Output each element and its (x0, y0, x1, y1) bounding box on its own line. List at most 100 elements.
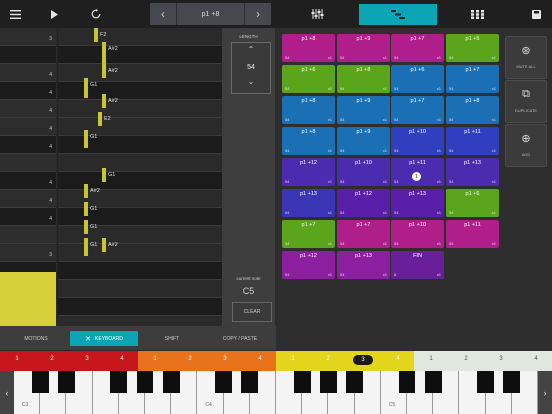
piano-black-key[interactable] (293, 371, 311, 393)
clip-cell[interactable]: p1 +12 54 x1 (282, 251, 335, 279)
octave-step-number[interactable]: 3 (82, 356, 92, 362)
octave-segment[interactable]: 1 2 3 4 (138, 351, 276, 371)
clip-cell[interactable]: p1 +5 54 x1 (446, 34, 499, 62)
piano-black-key[interactable] (320, 371, 337, 393)
grid-row[interactable] (58, 208, 222, 226)
clip-cell[interactable]: p1 +10 54 x1 (391, 127, 444, 155)
chevron-right-icon[interactable]: › (538, 371, 552, 414)
piano-roll-key[interactable]: 4 (0, 64, 56, 82)
note-block[interactable] (84, 78, 88, 98)
note-block[interactable] (84, 130, 88, 148)
octave-step-number[interactable]: 3 (220, 356, 230, 362)
clip-cell[interactable]: p1 +7 54 x1 (446, 65, 499, 93)
note-block[interactable] (102, 64, 106, 78)
piano-black-key[interactable] (398, 371, 416, 393)
note-block[interactable] (84, 220, 88, 234)
clip-cell[interactable]: p1 +10 54 x1 (337, 158, 390, 186)
octave-step-number[interactable]: 1 (426, 356, 436, 362)
octave-step-number[interactable]: 1 (150, 356, 160, 362)
note-block[interactable] (84, 202, 88, 216)
octave-step-number[interactable]: 2 (461, 356, 471, 362)
grid-row[interactable] (58, 118, 222, 136)
piano-black-key[interactable] (136, 371, 154, 393)
clip-cell[interactable]: p1 +12 54 x1 (337, 189, 390, 217)
piano-roll-key[interactable]: 3 (0, 244, 56, 262)
grid-row[interactable] (58, 172, 222, 190)
note-block[interactable] (98, 112, 102, 126)
duplicate-button[interactable]: ⧉ DUPLICATE (505, 80, 547, 123)
clip-cell[interactable]: p1 +8 54 x1 (446, 96, 499, 124)
next-pattern-button[interactable]: › (245, 3, 271, 25)
chevron-down-icon[interactable]: ⌄ (232, 77, 270, 86)
clip-cell[interactable]: p1 +6 54 x1 (391, 65, 444, 93)
grid-row[interactable] (58, 226, 222, 244)
grid-row[interactable] (58, 154, 222, 172)
pattern-name[interactable]: p1 +8 (177, 11, 244, 18)
clip-cell[interactable]: p1 +13 54 x1 (282, 189, 335, 217)
grid-row[interactable] (58, 262, 222, 280)
piano-roll-key[interactable]: 4 (0, 82, 56, 100)
clip-cell[interactable]: p1 +8 54 x1 (337, 65, 390, 93)
piano-keyboard[interactable]: ‹ › C3 C4 C5 (0, 371, 552, 414)
piano-roll-key[interactable]: 4 (0, 190, 56, 208)
clip-cell[interactable]: p1 +11 54 x1 (446, 220, 499, 248)
clip-cell[interactable]: p1 +11 54 x1 (446, 127, 499, 155)
grid-row[interactable] (58, 280, 222, 298)
clip-cell[interactable]: p1 +6 54 x1 (446, 189, 499, 217)
piano-roll-key[interactable] (0, 226, 56, 244)
loop-icon[interactable] (84, 0, 108, 28)
clip-cell[interactable]: p1 +6 54 x1 (282, 65, 335, 93)
grid-row[interactable] (58, 46, 222, 64)
chevron-up-icon[interactable]: ⌃ (232, 45, 270, 54)
note-block[interactable] (102, 238, 106, 252)
piano-roll-key[interactable] (0, 46, 56, 64)
piano-roll[interactable]: 3444444443 F2 A#2 A#2 G1 A#2 E2 G1 G1 A#2 G1 G1 G1 A… (0, 28, 231, 334)
tab-copy-paste[interactable]: COPY / PASTE (206, 331, 274, 346)
grid-row[interactable] (58, 64, 222, 82)
octave-step-number[interactable]: 2 (185, 356, 195, 362)
clip-cell[interactable]: p1 +9 54 x1 (337, 34, 390, 62)
clip-cell[interactable]: p1 +7 54 x1 (391, 96, 444, 124)
piano-black-key[interactable] (110, 371, 128, 393)
grid-row[interactable] (58, 28, 222, 46)
octave-step-number[interactable]: 3 (496, 356, 506, 362)
clip-cell[interactable]: p1 +13 54 x1 (446, 158, 499, 186)
octave-step-number[interactable]: 1 (12, 356, 22, 362)
length-stepper[interactable]: ⌃ 54 ⌄ (231, 42, 271, 94)
piano-black-key[interactable] (424, 371, 442, 393)
octave-step-number[interactable]: 4 (393, 356, 403, 362)
octave-segment[interactable]: 1 2 3 4 (276, 351, 414, 371)
octave-step-number[interactable]: 2 (47, 356, 57, 362)
mute-all-button[interactable]: ⊛ MUTE ALL (505, 36, 547, 79)
note-block[interactable] (102, 168, 106, 182)
octave-segment[interactable]: 1 2 3 4 (414, 351, 552, 371)
play-icon[interactable] (42, 0, 66, 28)
piano-black-key[interactable] (241, 371, 259, 393)
piano-black-key[interactable] (162, 371, 180, 393)
piano-roll-key[interactable]: 4 (0, 136, 56, 154)
note-block[interactable] (84, 184, 88, 198)
chevron-left-icon[interactable]: ‹ (0, 371, 14, 414)
octave-step-number[interactable]: 4 (117, 356, 127, 362)
piano-roll-key[interactable]: 4 (0, 100, 56, 118)
clear-button[interactable]: CLEAR (232, 302, 272, 322)
hamburger-icon[interactable] (2, 0, 28, 28)
clip-cell[interactable]: p1 +11 54 x1 1 (391, 158, 444, 186)
clip-cell[interactable]: p1 +13 54 x1 (337, 251, 390, 279)
piano-roll-key[interactable]: 4 (0, 208, 56, 226)
tab-keyboard[interactable]: ✕ KEYBOARD (70, 331, 138, 346)
piano-roll-grid[interactable]: F2 A#2 A#2 G1 A#2 E2 G1 G1 A#2 G1 G1 G1 A#2 (58, 28, 222, 334)
clip-cell[interactable]: p1 +9 54 x1 (337, 96, 390, 124)
clip-cell[interactable]: p1 +9 54 x1 (337, 127, 390, 155)
note-block[interactable] (94, 28, 98, 42)
clip-cell[interactable]: p1 +12 54 x1 (282, 158, 335, 186)
note-block[interactable] (84, 238, 88, 256)
grid-row[interactable] (58, 100, 222, 118)
octave-step-number[interactable]: 2 (323, 356, 333, 362)
octave-step-number[interactable]: 4 (255, 356, 265, 362)
piano-roll-key[interactable]: 4 (0, 172, 56, 190)
octave-step-number[interactable]: 1 (288, 356, 298, 362)
octave-step-number[interactable]: 3 (353, 355, 373, 365)
piano-black-key[interactable] (477, 371, 494, 393)
clip-cell[interactable]: p1 +7 54 x1 (391, 34, 444, 62)
